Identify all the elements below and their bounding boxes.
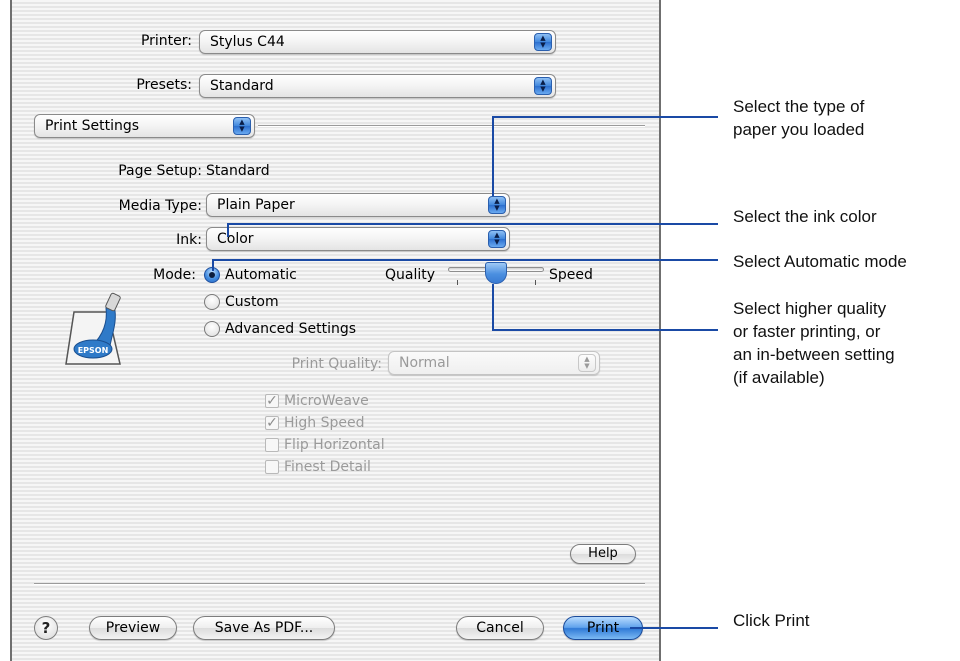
print-quality-label: Print Quality: — [291, 356, 382, 372]
popup-arrows-icon: ▲ ▼ — [578, 354, 596, 372]
slider-speed-label: Speed — [549, 267, 593, 283]
bottom-separator — [34, 583, 645, 585]
callout-slider-line-4: (if available) — [733, 368, 825, 387]
printer-value: Stylus C44 — [210, 34, 285, 50]
callout-paper-line-1: Select the type of — [733, 97, 865, 116]
finest-detail-checkbox[interactable] — [265, 460, 279, 474]
panel-value: Print Settings — [45, 118, 140, 134]
preview-button[interactable]: Preview — [89, 616, 177, 640]
epson-logo-text: EPSON — [78, 346, 109, 355]
page-setup-value: Standard — [206, 163, 270, 179]
callout-line-mode-horizontal — [212, 259, 718, 261]
print-quality-value: Normal — [399, 355, 450, 371]
callout-line-print — [630, 627, 718, 629]
print-quality-popup[interactable]: Normal ▲ ▼ — [388, 351, 600, 375]
presets-popup[interactable]: Standard ▲ ▼ — [199, 74, 556, 98]
microweave-label: MicroWeave — [284, 393, 369, 409]
radio-custom-label: Custom — [225, 294, 279, 310]
printer-label: Printer: — [140, 33, 192, 49]
callout-slider-line-1: Select higher quality — [733, 299, 887, 318]
save-as-pdf-button[interactable]: Save As PDF... — [193, 616, 335, 640]
callout-print: Click Print — [733, 611, 810, 630]
finest-detail-label: Finest Detail — [284, 459, 371, 475]
callout-line-ink-vertical — [227, 223, 229, 237]
slider-thumb[interactable] — [485, 262, 507, 284]
callout-paper: Select the type of paper you loaded — [733, 95, 864, 141]
printer-popup[interactable]: Stylus C44 ▲ ▼ — [199, 30, 556, 54]
callout-line-ink-horizontal — [227, 223, 718, 225]
callout-slider-line-2: or faster printing, or — [733, 322, 881, 341]
mode-label: Mode: — [153, 267, 196, 283]
media-type-label: Media Type: — [118, 198, 202, 214]
slider-tick — [457, 280, 458, 285]
flip-horizontal-label: Flip Horizontal — [284, 437, 385, 453]
epson-printer-icon: EPSON — [65, 292, 121, 365]
callout-mode: Select Automatic mode — [733, 252, 907, 271]
popup-arrows-icon: ▲ ▼ — [534, 33, 552, 51]
high-speed-checkbox[interactable]: ✓ — [265, 416, 279, 430]
high-speed-label: High Speed — [284, 415, 365, 431]
radio-advanced-settings[interactable] — [204, 321, 220, 337]
flip-horizontal-checkbox[interactable] — [265, 438, 279, 452]
ink-label: Ink: — [176, 232, 202, 248]
popup-arrows-icon: ▲ ▼ — [534, 77, 552, 95]
radio-advanced-settings-label: Advanced Settings — [225, 321, 357, 337]
callout-slider: Select higher quality or faster printing… — [733, 297, 895, 389]
page-setup-label: Page Setup: — [118, 163, 202, 179]
callout-ink: Select the ink color — [733, 207, 877, 226]
radio-automatic-label: Automatic — [225, 267, 297, 283]
popup-arrows-icon: ▲ ▼ — [233, 117, 251, 135]
help-button[interactable]: Help — [570, 544, 636, 564]
callout-line-paper-horizontal — [492, 116, 718, 118]
callout-line-slider-horizontal — [492, 329, 718, 331]
panel-separator — [258, 125, 645, 127]
ink-popup[interactable]: Color ▲ ▼ — [206, 227, 510, 251]
callout-paper-line-2: paper you loaded — [733, 120, 865, 139]
presets-value: Standard — [210, 78, 274, 94]
popup-arrows-icon: ▲ ▼ — [488, 196, 506, 214]
presets-label: Presets: — [136, 77, 192, 93]
popup-arrows-icon: ▲ ▼ — [488, 230, 506, 248]
slider-quality-label: Quality — [385, 267, 436, 283]
callout-line-paper-vertical — [492, 116, 494, 196]
callout-slider-line-3: an in-between setting — [733, 345, 895, 364]
cancel-button[interactable]: Cancel — [456, 616, 544, 640]
help-icon[interactable]: ? — [34, 616, 58, 640]
callout-line-slider-vertical — [492, 284, 494, 331]
panel-popup[interactable]: Print Settings ▲ ▼ — [34, 114, 255, 138]
ink-value: Color — [217, 231, 254, 247]
media-type-value: Plain Paper — [217, 197, 295, 213]
media-type-popup[interactable]: Plain Paper ▲ ▼ — [206, 193, 510, 217]
microweave-checkbox[interactable]: ✓ — [265, 394, 279, 408]
slider-tick — [535, 280, 536, 285]
radio-custom[interactable] — [204, 294, 220, 310]
